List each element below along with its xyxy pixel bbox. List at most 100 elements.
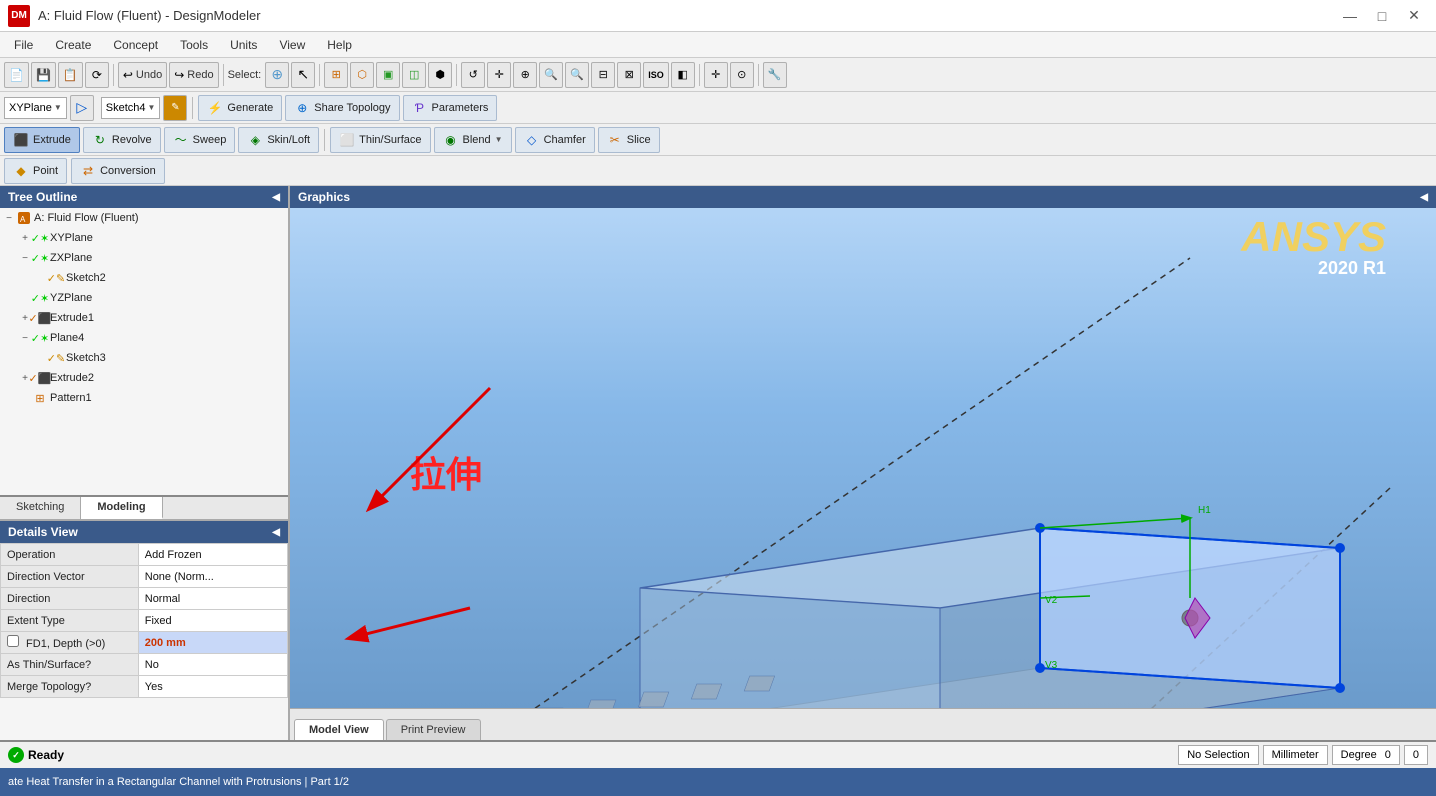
detail-value-depth[interactable]: 200 mm: [138, 632, 287, 654]
zoom-box-btn[interactable]: ⊟: [591, 62, 615, 88]
menu-units[interactable]: Units: [220, 36, 267, 54]
tree-label-extrude2: Extrude2: [50, 372, 94, 384]
sketch-dropdown[interactable]: Sketch4 ▼: [101, 97, 161, 119]
tree-icon-xyplane: ✓✶: [32, 230, 48, 246]
tree-item-sketch3[interactable]: ✓✎ Sketch3: [0, 348, 288, 368]
detail-value-direction[interactable]: Normal: [138, 588, 287, 610]
sweep-button[interactable]: 〜 Sweep: [164, 127, 236, 153]
slice-label: Slice: [627, 134, 651, 146]
tree-item-pattern1[interactable]: ⊞ Pattern1: [0, 388, 288, 408]
zero-field: 0: [1404, 745, 1428, 765]
point-button[interactable]: ◆ Point: [4, 158, 67, 184]
view-btn-2[interactable]: ⬡: [350, 62, 374, 88]
chamfer-button[interactable]: ◇ Chamfer: [515, 127, 595, 153]
save-as-button[interactable]: 📋: [58, 62, 83, 88]
conversion-button[interactable]: ⇄ Conversion: [71, 158, 165, 184]
minimize-button[interactable]: —: [1336, 5, 1364, 27]
thin-surface-button[interactable]: ⬜ Thin/Surface: [330, 127, 430, 153]
generate-button[interactable]: ⚡ Generate: [198, 95, 282, 121]
menu-tools[interactable]: Tools: [170, 36, 218, 54]
generate-label: Generate: [227, 102, 273, 114]
menu-file[interactable]: File: [4, 36, 43, 54]
menu-create[interactable]: Create: [45, 36, 101, 54]
tree-item-xyplane[interactable]: + ✓✶ XYPlane: [0, 228, 288, 248]
detail-value-operation[interactable]: Add Frozen: [138, 544, 287, 566]
rotate-btn[interactable]: ↺: [461, 62, 485, 88]
detail-value-merge-topology[interactable]: Yes: [138, 676, 287, 698]
select-mode-1[interactable]: ⊕: [265, 62, 289, 88]
details-view-panel: Details View ◀ Operation Add Frozen Dire…: [0, 520, 288, 740]
maximize-button[interactable]: □: [1368, 5, 1396, 27]
extrude-button[interactable]: ⬛ Extrude: [4, 127, 80, 153]
new-button[interactable]: 📄: [4, 62, 29, 88]
conversion-icon: ⇄: [80, 163, 96, 179]
refresh-button[interactable]: ⟳: [85, 62, 109, 88]
pan-btn[interactable]: ✛: [487, 62, 511, 88]
window-title: A: Fluid Flow (Fluent) - DesignModeler: [38, 8, 261, 23]
redo-label: Redo: [187, 69, 213, 81]
tree-label-pattern1: Pattern1: [50, 392, 92, 404]
iso-view-btn[interactable]: ISO: [643, 62, 669, 88]
detail-value-thin-surface[interactable]: No: [138, 654, 287, 676]
redo-button[interactable]: ↪ Redo: [169, 62, 218, 88]
zoom-all-btn[interactable]: ⊠: [617, 62, 641, 88]
tree-item-plane4[interactable]: − ✓✶ Plane4: [0, 328, 288, 348]
detail-value-extent-type[interactable]: Fixed: [138, 610, 287, 632]
sketch-icon-btn[interactable]: ✎: [163, 95, 187, 121]
svg-text:V2: V2: [1045, 595, 1058, 606]
status-ready: ✓ Ready: [8, 747, 64, 763]
tab-modeling[interactable]: Modeling: [81, 497, 162, 519]
tree-pin-icon[interactable]: ◀: [272, 192, 280, 203]
dimension-btn[interactable]: ⊙: [730, 62, 754, 88]
detail-label-depth: FD1, Depth (>0): [1, 632, 139, 654]
tab-print-preview[interactable]: Print Preview: [386, 719, 481, 740]
details-pin-icon[interactable]: ◀: [272, 527, 280, 538]
share-topology-icon: ⊕: [294, 100, 310, 116]
zoom-in-btn[interactable]: 🔍: [539, 62, 563, 88]
extra-btn[interactable]: 🔧: [763, 62, 787, 88]
tree-item-sketch2[interactable]: ✓✎ Sketch2: [0, 268, 288, 288]
revolve-button[interactable]: ↻ Revolve: [83, 127, 161, 153]
parameters-button[interactable]: Ƥ Parameters: [403, 95, 498, 121]
detail-row-merge-topology: Merge Topology? Yes: [1, 676, 288, 698]
status-right: No Selection Millimeter Degree 0 0: [1178, 745, 1428, 765]
model-viewport[interactable]: H1 V2 V3 Y Z: [290, 208, 1436, 740]
depth-checkbox[interactable]: [7, 635, 19, 647]
close-button[interactable]: ✕: [1400, 5, 1428, 27]
slice-button[interactable]: ✂ Slice: [598, 127, 660, 153]
graphics-pin-icon[interactable]: ◀: [1420, 192, 1428, 203]
detail-value-direction-vector[interactable]: None (Norm...: [138, 566, 287, 588]
toolbar-separator-1: [113, 64, 114, 86]
share-topology-button[interactable]: ⊕ Share Topology: [285, 95, 399, 121]
zoom-out-btn[interactable]: 🔍: [565, 62, 589, 88]
tree-item-yzplane[interactable]: ✓✶ YZPlane: [0, 288, 288, 308]
menu-concept[interactable]: Concept: [103, 36, 168, 54]
plane-arrow-btn[interactable]: ▷: [70, 95, 94, 121]
menu-view[interactable]: View: [269, 36, 315, 54]
graphics-area[interactable]: Graphics ◀ ANSYS 2020 R1 拉伸: [290, 186, 1436, 740]
tree-item-zxplane[interactable]: − ✓✶ ZXPlane: [0, 248, 288, 268]
view-btn-3[interactable]: ▣: [376, 62, 400, 88]
skin-loft-button[interactable]: ◈ Skin/Loft: [238, 127, 319, 153]
tab-model-view[interactable]: Model View: [294, 719, 384, 740]
undo-button[interactable]: ↩ Undo: [118, 62, 167, 88]
tab-sketching[interactable]: Sketching: [0, 497, 81, 519]
view-btn-4[interactable]: ◫: [402, 62, 426, 88]
tree-item-extrude1[interactable]: + ✓⬛ Extrude1: [0, 308, 288, 328]
plane-dropdown-arrow: ▼: [54, 103, 62, 112]
blend-button[interactable]: ◉ Blend ▼: [434, 127, 512, 153]
blend-icon: ◉: [443, 132, 459, 148]
plane-dropdown[interactable]: XYPlane ▼: [4, 97, 67, 119]
cursor-btn[interactable]: ✛: [704, 62, 728, 88]
tree-outline-title: Tree Outline: [8, 190, 77, 204]
menu-help[interactable]: Help: [317, 36, 362, 54]
zoom-fit-btn[interactable]: ⊕: [513, 62, 537, 88]
wireframe-btn[interactable]: ◧: [671, 62, 695, 88]
tree-icon-sketch3: ✓✎: [48, 350, 64, 366]
view-btn-5[interactable]: ⬢: [428, 62, 452, 88]
view-btn-1[interactable]: ⊞: [324, 62, 348, 88]
save-button[interactable]: 💾: [31, 62, 56, 88]
tree-item-extrude2[interactable]: + ✓⬛ Extrude2: [0, 368, 288, 388]
select-mode-2[interactable]: ↖: [291, 62, 315, 88]
tree-item-root[interactable]: − A A: Fluid Flow (Fluent): [0, 208, 288, 228]
